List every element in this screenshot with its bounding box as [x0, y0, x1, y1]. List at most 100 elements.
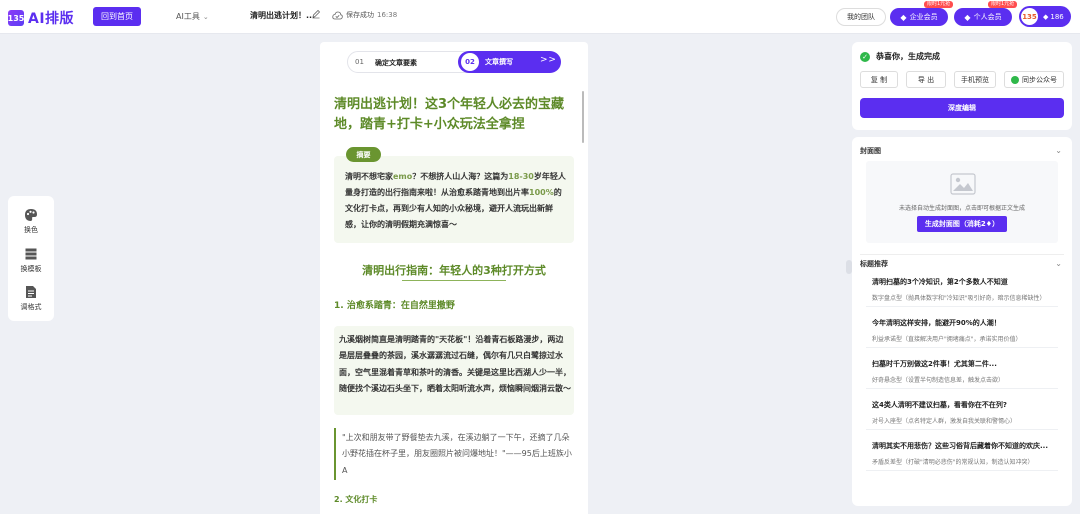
step-indicator: 01 确定文章要素 02 文章撰写 > > — [347, 51, 561, 73]
title-suggestion-text: 今年清明这样安排，能避开90%的人潮！ — [872, 319, 1001, 327]
title-suggestion-desc: 矛盾反差型（打破"清明必悲伤"的常规认知，制造认知冲突） — [872, 459, 1034, 466]
section-divider — [860, 254, 1064, 255]
save-status-text: 保存成功 — [346, 11, 374, 19]
heading-underline — [402, 280, 506, 281]
adjust-format-tool[interactable]: 调格式 — [8, 285, 54, 312]
enterprise-member-label: 企业会员 — [909, 13, 938, 21]
title-suggestion-desc: 利益承诺型（直接解决用户"拥堵痛点"，承诺实用价值） — [872, 336, 1022, 343]
result-panel: ✓ 恭喜你，生成完成 复 制 导 出 手机预览 同步公众号 深度编辑 — [852, 42, 1072, 130]
paragraph-text[interactable]: 九溪烟树简直是清明踏青的"天花板"！沿着青石板路漫步，两边是层层叠叠的茶园，溪水… — [339, 332, 571, 398]
credit-count: 186 — [1050, 12, 1064, 21]
step2-label: 文章撰写 — [485, 58, 513, 66]
logo[interactable]: 135 AI排版 — [8, 8, 74, 28]
enterprise-member-button[interactable]: ◆ 企业会员 — [890, 8, 948, 26]
my-team-button[interactable]: 我的团队 — [836, 8, 886, 26]
deep-edit-button[interactable]: 深度编辑 — [860, 98, 1064, 118]
cover-image-area[interactable]: 未选择自动生成封面图，点击即可根据正文生成 生成封面图（消耗2 ♦） — [866, 161, 1058, 243]
double-chevron-right-icon: > > — [540, 55, 556, 65]
change-template-tool[interactable]: 换模板 — [8, 247, 54, 274]
enterprise-promo-badge: 限时1元抢 — [924, 1, 954, 8]
title-suggestion-desc: 对号入座型（点名特定人群，激发自我关联和警惕心） — [872, 418, 1017, 425]
success-message: ✓ 恭喜你，生成完成 — [860, 51, 940, 62]
change-template-label: 换模板 — [20, 265, 42, 273]
chevron-down-icon: ⌄ — [202, 13, 209, 21]
summary-text[interactable]: 清明不想宅家emo？不想挤人山人海？这篇为18-30岁年轻人量身打造的出行指南来… — [345, 169, 567, 233]
user-account-pill[interactable]: 135 ◆ 186 — [1019, 6, 1071, 27]
article-editor[interactable]: 01 确定文章要素 02 文章撰写 > > 清明出逃计划！这3个年轻人必去的宝藏… — [320, 42, 588, 514]
save-time: 16:38 — [377, 11, 398, 19]
step1-number: 01 — [355, 58, 364, 66]
success-text: 恭喜你，生成完成 — [876, 52, 940, 61]
title-suggestion-item[interactable]: 清明扫墓的3个冷知识，第2个多数人不知道 数字盘点型（抛具体数字和"冷知识"吸引… — [866, 273, 1058, 307]
title-suggestion-text: 这4类人清明不建议扫墓，看看你在不在列? — [872, 401, 1007, 409]
title-suggestion-item[interactable]: 扫墓时千万别做这2件事！尤其第二件... 好奇悬念型（设置半句制造信息差，触发点… — [866, 355, 1058, 389]
summary-tag: 摘要 — [346, 147, 381, 162]
avatar: 135 — [1021, 8, 1038, 25]
section-heading[interactable]: 清明出行指南：年轻人的3种打开方式 — [320, 262, 588, 278]
title-suggestion-item[interactable]: 这4类人清明不建议扫墓，看看你在不在列? 对号入座型（点名特定人群，激发自我关联… — [866, 396, 1058, 430]
adjust-format-label: 调格式 — [20, 303, 42, 311]
cover-section-title: 封面图 — [860, 147, 881, 155]
summary-highlight: emo — [393, 172, 413, 181]
title-suggestion-text: 清明其实不用悲伤？这些习俗背后藏着你不知道的欢庆... — [872, 442, 1048, 450]
step2-number: 02 — [461, 53, 479, 71]
chevron-down-icon: ⌄ — [1055, 146, 1062, 155]
title-suggestion-desc: 好奇悬念型（设置半句制造信息差，触发点击欲） — [872, 377, 1005, 384]
diamond-icon: ◆ — [964, 12, 971, 22]
generate-cover-label-end: ） — [992, 220, 1000, 228]
palette-icon — [25, 209, 37, 221]
title-suggestion-item[interactable]: 清明其实不用悲伤？这些习俗背后藏着你不知道的欢庆... 矛盾反差型（打破"清明必… — [866, 437, 1058, 471]
template-icon — [25, 248, 37, 260]
title-suggestion-desc: 数字盘点型（抛具体数字和"冷知识"吸引好奇，暗示信息稀缺性） — [872, 295, 1046, 302]
personal-promo-badge: 限时1元抢 — [988, 1, 1018, 8]
diamond-icon: ◆ — [1043, 12, 1049, 21]
title-suggestion-text: 清明扫墓的3个冷知识，第2个多数人不知道 — [872, 278, 1008, 286]
quote-bar — [334, 428, 336, 480]
recolor-tool[interactable]: 换色 — [8, 208, 54, 235]
ai-tools-label: AI工具 — [176, 12, 200, 21]
wechat-icon — [1011, 75, 1019, 84]
subsection-heading[interactable]: 1. 治愈系踏青：在自然里撒野 — [334, 298, 455, 311]
ai-tools-menu[interactable]: AI工具 ⌄ — [176, 11, 209, 22]
summary-segment: 清明不想宅家 — [345, 172, 393, 181]
chevron-down-icon: ⌄ — [1055, 259, 1062, 268]
save-status: 保存成功 16:38 — [332, 10, 397, 20]
home-button[interactable]: 回到首页 — [93, 7, 141, 26]
edit-pencil-icon[interactable] — [311, 9, 321, 19]
step2-active[interactable]: 02 文章撰写 > > — [458, 51, 561, 73]
diamond-icon: ◆ — [900, 12, 907, 22]
mobile-preview-button[interactable]: 手机预览 — [954, 71, 996, 88]
left-toolbar: 换色 换模板 调格式 — [8, 196, 54, 321]
step1-label[interactable]: 确定文章要素 — [375, 58, 417, 68]
logo-text: AI排版 — [28, 11, 75, 27]
sync-wechat-button[interactable]: 同步公众号 — [1004, 71, 1064, 88]
check-circle-icon: ✓ — [860, 51, 870, 62]
copy-button[interactable]: 复 制 — [860, 71, 898, 88]
summary-highlight: 18-30 — [508, 172, 534, 181]
export-button[interactable]: 导 出 — [906, 71, 946, 88]
cover-hint: 未选择自动生成封面图，点击即可根据正文生成 — [898, 205, 1025, 212]
title-suggestions-header[interactable]: 标题推荐 ⌄ — [860, 259, 1064, 273]
title-suggestion-item[interactable]: 今年清明这样安排，能避开90%的人潮！ 利益承诺型（直接解决用户"拥堵痛点"，承… — [866, 314, 1058, 348]
image-placeholder-icon — [950, 173, 976, 195]
generate-cover-label: 生成封面图（消耗2 — [924, 220, 986, 228]
personal-member-button[interactable]: ◆ 个人会员 — [954, 8, 1012, 26]
personal-member-label: 个人会员 — [973, 13, 1002, 21]
logo-mark-icon: 135 — [8, 10, 24, 26]
recolor-label: 换色 — [24, 226, 38, 234]
generate-cover-button[interactable]: 生成封面图（消耗2 ♦） — [917, 216, 1007, 232]
document-title[interactable]: 清明出逃计划！... — [250, 10, 315, 21]
next-heading-partial[interactable]: 2. 文化打卡 — [334, 494, 377, 505]
title-suggestion-text: 扫墓时千万别做这2件事！尤其第二件... — [872, 360, 997, 368]
quote-text[interactable]: "上次和朋友带了野餐垫去九溪，在溪边躺了一下午，还摘了几朵小野花插在杯子里，朋友… — [342, 430, 574, 479]
cover-section-header[interactable]: 封面图 ⌄ — [860, 146, 1064, 160]
summary-highlight: 100% — [529, 188, 554, 197]
format-icon — [26, 286, 36, 298]
article-title[interactable]: 清明出逃计划！这3个年轻人必去的宝藏地，踏青+打卡+小众玩法全拿捏 — [334, 95, 574, 135]
top-bar: 135 AI排版 回到首页 AI工具 ⌄ 清明出逃计划！... 保存成功 16:3… — [0, 0, 1080, 34]
cloud-check-icon — [332, 11, 343, 19]
title-suggestions-title: 标题推荐 — [860, 260, 888, 268]
options-panel: 封面图 ⌄ 未选择自动生成封面图，点击即可根据正文生成 生成封面图（消耗2 ♦） … — [852, 137, 1072, 506]
scrollbar-thumb[interactable] — [582, 91, 584, 143]
sync-wechat-label: 同步公众号 — [1022, 75, 1057, 84]
